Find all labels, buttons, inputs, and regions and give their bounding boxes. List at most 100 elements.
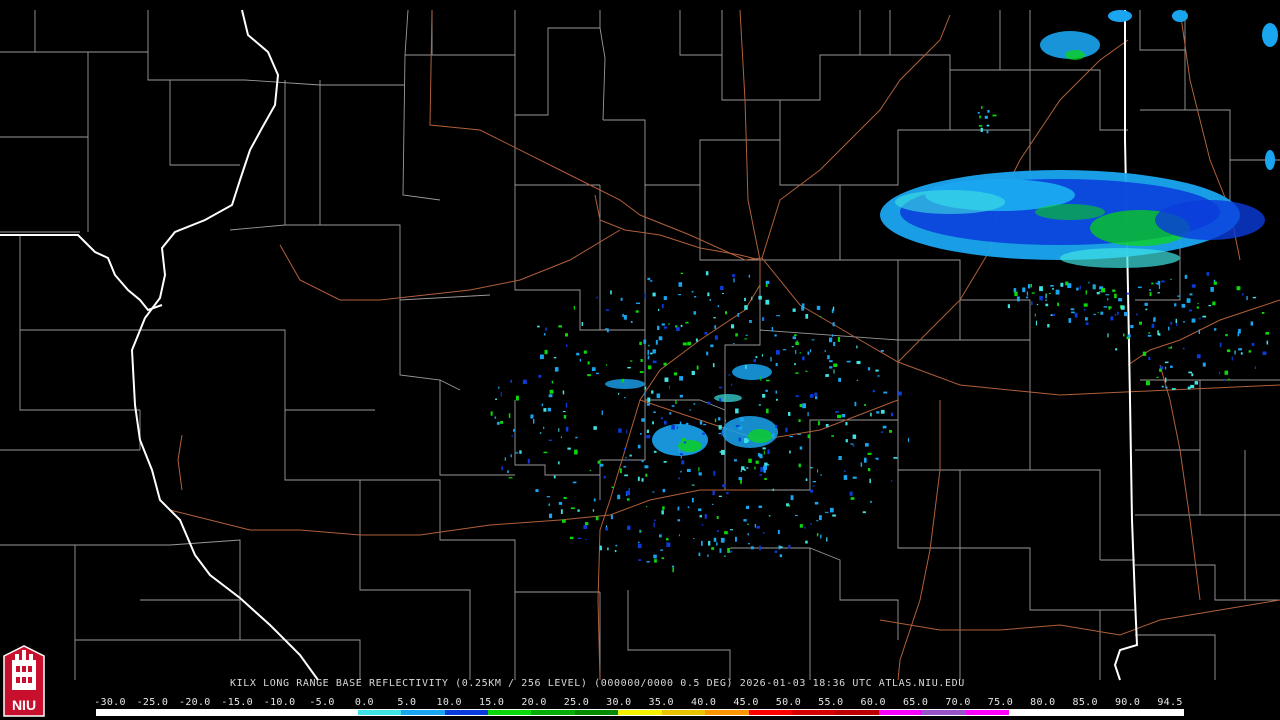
echo-pixel bbox=[763, 450, 765, 455]
echo-pixel bbox=[1159, 368, 1162, 372]
echo-pixel bbox=[560, 436, 562, 439]
echo-pixel bbox=[746, 467, 749, 469]
echo-pixel bbox=[522, 379, 527, 385]
echo-pixel bbox=[707, 401, 711, 405]
echo-pixel bbox=[662, 488, 666, 493]
echo-pixel bbox=[862, 511, 866, 514]
echo-pixel bbox=[618, 428, 622, 433]
echo-pixel bbox=[799, 446, 803, 450]
echo-pixel bbox=[807, 351, 810, 355]
echo-pixel bbox=[1174, 303, 1177, 307]
echo-pixel bbox=[1206, 272, 1210, 276]
echo-pixel bbox=[724, 555, 726, 557]
echo-pixel bbox=[812, 485, 815, 487]
echo-pixel bbox=[980, 127, 983, 132]
echo-pixel bbox=[592, 509, 595, 512]
echo-pixel bbox=[624, 474, 628, 477]
echo-pixel bbox=[750, 546, 754, 550]
echo-pixel bbox=[777, 529, 780, 535]
echo-pixel bbox=[548, 394, 553, 398]
echo-pixel bbox=[593, 426, 597, 430]
echo-pixel bbox=[771, 433, 775, 438]
echo-pixel bbox=[698, 467, 700, 472]
colorbar-label: 75.0 bbox=[987, 697, 1014, 708]
echo-pixel bbox=[795, 341, 799, 346]
echo-pixel bbox=[1083, 308, 1086, 311]
echo-pixel bbox=[1186, 298, 1191, 303]
echo-pixel bbox=[1165, 386, 1168, 389]
echo-pixel bbox=[720, 285, 724, 291]
echo-pixel bbox=[681, 438, 686, 441]
echo-pixel bbox=[1177, 295, 1181, 297]
echo-pixel bbox=[1149, 289, 1151, 291]
echo-pixel bbox=[1225, 334, 1228, 337]
echo-pixel bbox=[1048, 292, 1051, 294]
echo-pixel bbox=[722, 484, 726, 488]
echo-pixel bbox=[639, 371, 644, 373]
echo-pixel bbox=[645, 473, 648, 477]
echo-pixel bbox=[630, 321, 633, 323]
echo-pixel bbox=[727, 548, 730, 553]
echo-pixel bbox=[603, 475, 606, 479]
echo-pixel bbox=[837, 337, 840, 342]
echo-pixel bbox=[641, 418, 645, 422]
echo-pixel bbox=[832, 322, 835, 327]
echo-pixel bbox=[638, 559, 642, 561]
colorbar-segment bbox=[97, 710, 141, 715]
echo-pixel bbox=[814, 392, 818, 396]
echo-pixel bbox=[1170, 278, 1172, 280]
echo-pixel bbox=[758, 404, 761, 406]
echo-pixel bbox=[1170, 365, 1173, 368]
echo-pixel bbox=[835, 411, 839, 413]
echo-pixel bbox=[558, 325, 562, 328]
colorbar-segment bbox=[1096, 710, 1140, 715]
echo-pixel bbox=[827, 355, 830, 360]
echo-pixel bbox=[663, 296, 667, 300]
echo-pixel bbox=[1147, 334, 1152, 337]
echo-pixel bbox=[1148, 356, 1151, 360]
echo-pixel bbox=[657, 325, 660, 330]
echo-pixel bbox=[576, 352, 580, 356]
echo-pixel bbox=[678, 448, 680, 454]
echo-pixel bbox=[1026, 291, 1029, 296]
colorbar-label: -25.0 bbox=[136, 697, 169, 708]
echo-pixel bbox=[1110, 316, 1114, 321]
echo-pixel bbox=[748, 274, 750, 278]
echo-pixel bbox=[830, 507, 834, 513]
echo-pixel bbox=[790, 495, 794, 501]
echo-pixel bbox=[745, 334, 748, 336]
echo-pixel bbox=[630, 360, 633, 362]
echo-pixel bbox=[1074, 313, 1078, 318]
echo-pixel bbox=[1096, 292, 1100, 295]
echo-pixel bbox=[898, 391, 902, 396]
colorbar-label: 15.0 bbox=[478, 697, 505, 708]
echo-pixel bbox=[1191, 373, 1194, 377]
echo-pixel bbox=[614, 550, 617, 553]
echo-pixel bbox=[661, 304, 664, 309]
echo-pixel bbox=[714, 325, 717, 329]
echo-pixel bbox=[864, 404, 866, 406]
echo-pixel bbox=[1198, 329, 1200, 334]
echo-pixel bbox=[519, 450, 522, 454]
echo-pixel bbox=[1228, 378, 1230, 381]
echo-pixel bbox=[765, 280, 770, 284]
echo-pixel bbox=[817, 469, 819, 473]
echo-pixel bbox=[620, 297, 623, 301]
echo-pixel bbox=[1202, 315, 1207, 318]
echo-pixel bbox=[795, 395, 799, 397]
echo-pixel bbox=[696, 365, 699, 370]
echo-pixel bbox=[565, 402, 568, 408]
echo-pixel bbox=[744, 338, 748, 340]
echo-pixel bbox=[1045, 303, 1049, 307]
echo-pixel bbox=[1146, 380, 1150, 386]
echo-pixel bbox=[647, 277, 651, 281]
echo-pixel bbox=[1085, 290, 1087, 295]
echo-pixel bbox=[527, 458, 530, 464]
echo-pixel bbox=[1189, 293, 1193, 296]
echo-pixel bbox=[735, 408, 739, 414]
echo-pixel bbox=[1123, 333, 1125, 337]
echo-pixel bbox=[722, 293, 724, 294]
echo-pixel bbox=[796, 340, 798, 342]
echo-pixel bbox=[682, 342, 687, 346]
colorbar-segment bbox=[314, 710, 358, 715]
